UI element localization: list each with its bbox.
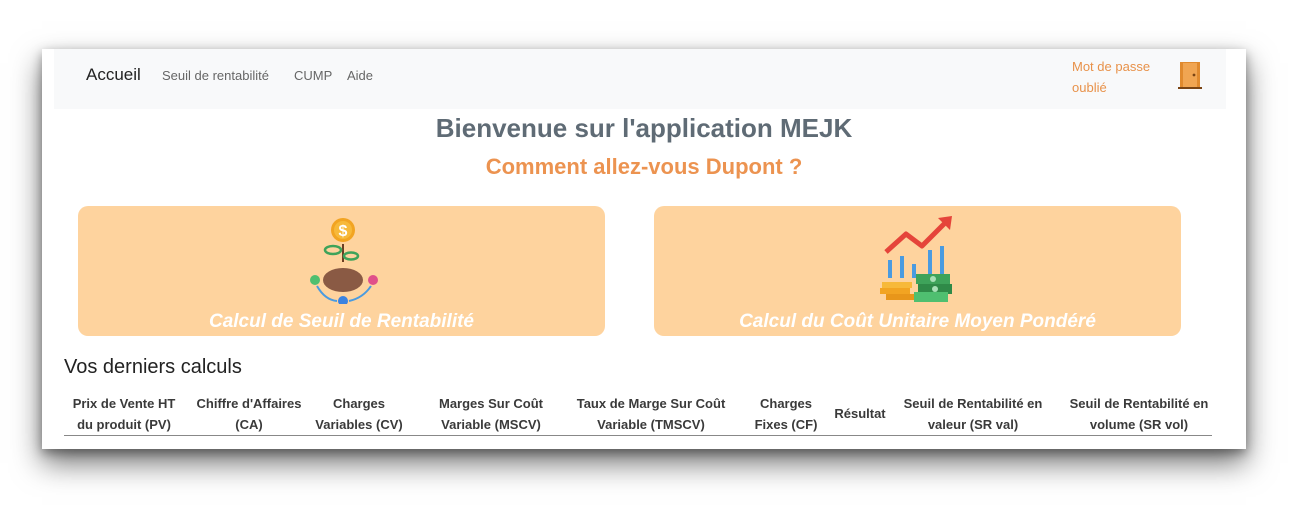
recent-calculations-title: Vos derniers calculs xyxy=(64,356,242,378)
th-tmscv: Taux de Marge Sur Coût Variable (TMSCV) xyxy=(576,396,726,432)
growth-chart-coins-icon xyxy=(880,216,952,302)
th-ca: Chiffre d'Affaires (CA) xyxy=(196,396,302,432)
nav-link-cump[interactable]: CUMP xyxy=(294,68,332,83)
th-cf: Charges Fixes (CF) xyxy=(754,396,818,432)
app-window: Accueil Seuil de rentabilité CUMP Aide M… xyxy=(42,49,1246,449)
nav-link-seuil[interactable]: Seuil de rentabilité xyxy=(162,68,269,83)
forgot-password-link[interactable]: Mot de passe oublié xyxy=(1072,56,1172,98)
card-seuil-rentabilite[interactable]: $ Calcul de Seuil de Rentabilité xyxy=(78,206,605,336)
nav-link-aide[interactable]: Aide xyxy=(347,68,373,83)
navbar: Accueil Seuil de rentabilité CUMP Aide M… xyxy=(54,49,1226,109)
th-sr-val: Seuil de Rentabilité en valeur (SR val) xyxy=(903,396,1043,432)
table-header-row: Prix de Vente HT du produit (PV) Chiffre… xyxy=(64,393,1212,436)
nav-brand-home[interactable]: Accueil xyxy=(86,65,141,85)
th-pv: Prix de Vente HT du produit (PV) xyxy=(72,396,176,432)
svg-text:$: $ xyxy=(339,223,348,240)
card-cump[interactable]: Calcul du Coût Unitaire Moyen Pondéré xyxy=(654,206,1181,336)
th-sr-vol: Seuil de Rentabilité en volume (SR vol) xyxy=(1069,396,1209,432)
logout-door-icon[interactable] xyxy=(1178,60,1206,90)
page-title: Bienvenue sur l'application MEJK xyxy=(435,113,853,143)
card-cump-label: Calcul du Coût Unitaire Moyen Pondéré xyxy=(739,311,1096,332)
th-resultat: Résultat xyxy=(834,406,886,421)
th-cv: Charges Variables (CV) xyxy=(315,396,403,432)
card-seuil-label: Calcul de Seuil de Rentabilité xyxy=(208,311,474,332)
money-plant-icon: $ xyxy=(310,218,378,304)
th-mscv: Marges Sur Coût Variable (MSCV) xyxy=(438,396,543,432)
greeting-subtitle: Comment allez-vous Dupont ? xyxy=(485,154,803,179)
